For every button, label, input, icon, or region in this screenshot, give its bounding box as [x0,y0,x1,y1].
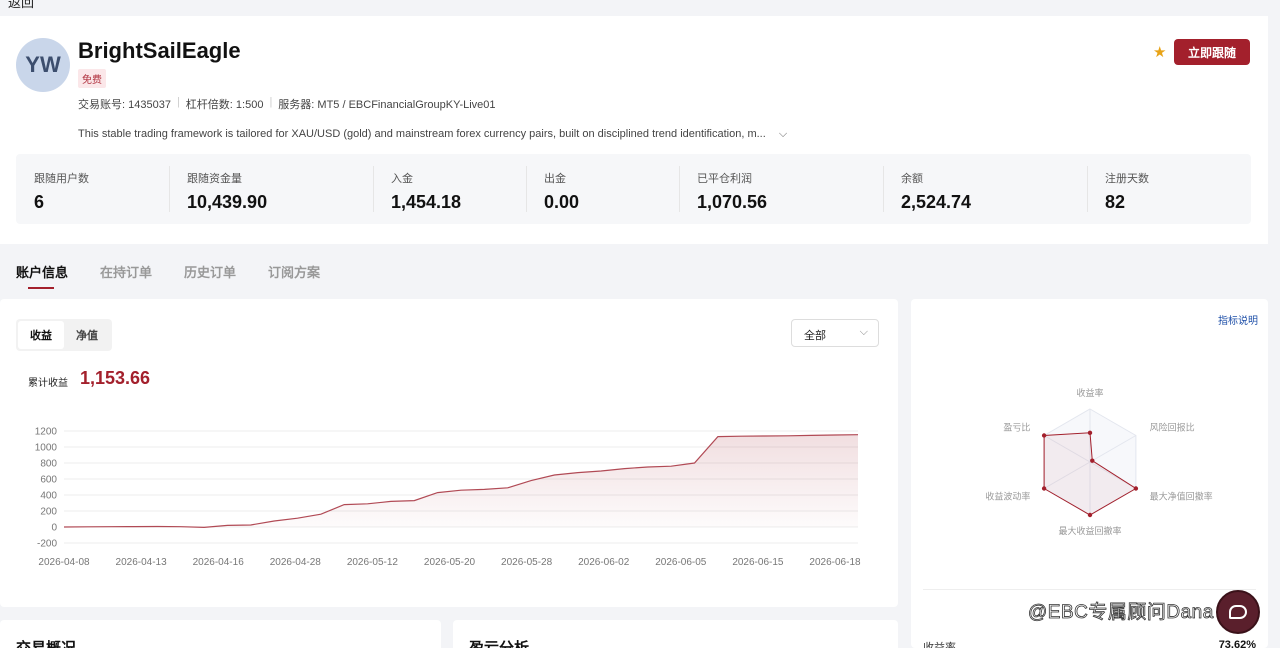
stat-label: 入金 [391,173,413,185]
y-tick-label: -200 [37,539,57,550]
stat-label: 跟随资金量 [187,173,242,185]
stat-value: 10,439.90 [187,192,268,212]
x-tick-label: 2026-04-28 [270,557,322,568]
radar-axis-label: 收益率 [1076,387,1103,398]
stat-withdrawal: 出金 0.00 [526,154,679,224]
chat-icon[interactable] [1216,590,1260,634]
y-tick-label: 1200 [35,427,58,438]
account-meta: 交易账号: 1435037 | 杠杆倍数: 1:500 | 服务器: MT5 /… [78,96,496,112]
rate-label: 收益率 [923,642,956,648]
toggle-profit[interactable]: 收益 [18,321,64,349]
stat-closed-profit: 已平仓利润 1,070.56 [679,154,883,224]
tab-subscription-plans[interactable]: 订阅方案 [268,262,320,289]
x-tick-label: 2026-05-12 [347,557,399,568]
profit-chart-card: 收益 净值 全部 ⌵ 累计收益 1,153.66 1200 1000 800 600 4… [0,299,898,607]
trade-overview-card: 交易概况 [0,620,441,648]
x-tick-label: 2026-04-13 [116,557,168,568]
tab-account-info[interactable]: 账户信息 [16,262,68,289]
x-tick-label: 2026-05-20 [424,557,476,568]
x-tick-label: 2026-04-08 [38,557,90,568]
radar-point [1087,430,1093,436]
stat-value: 6 [34,192,45,212]
radar-point [1041,433,1047,438]
trader-profile-card: YW BrightSailEagle 免费 交易账号: 1435037 | 杠杆… [0,16,1268,244]
range-select[interactable]: 全部 ⌵ [791,319,879,347]
indicator-radar-card: 指标说明 收益率 风险回报比 最大净值回撤率 最大收益回撤率 收益波动率 盈亏比 收益率 … [911,299,1268,648]
y-tick-label: 0 [51,523,57,534]
x-tick-label: 2026-06-18 [809,557,861,568]
y-tick-label: 1000 [35,443,58,454]
stat-value: 2,524.74 [901,192,972,212]
cumulative-profit-label: 累计收益 [28,378,68,389]
profit-line-chart: 1200 1000 800 600 400 200 0 -200 2026-04-08 2026-… [35,427,861,569]
follow-now-button[interactable]: 立即跟随 [1174,39,1250,65]
pnl-analysis-card: 盈亏分析 [453,620,898,648]
tab-history-orders[interactable]: 历史订单 [184,262,236,289]
x-tick-label: 2026-04-16 [193,557,245,568]
trader-name: BrightSailEagle [78,38,241,63]
divider: | [269,96,273,108]
star-icon[interactable]: ★ [1153,43,1166,61]
radar-axis-label: 最大收益回撤率 [1058,525,1121,536]
back-link[interactable]: 返回 [8,0,34,11]
card-title: 交易概况 [16,637,76,648]
stat-label: 注册天数 [1105,173,1149,185]
stat-value: 1,070.56 [697,192,768,212]
card-title: 盈亏分析 [469,637,529,648]
divider: | [176,96,180,108]
radar-point [1087,512,1093,518]
toggle-equity[interactable]: 净值 [64,321,110,349]
strategy-description[interactable]: This stable trading framework is tailore… [78,128,787,141]
radar-point [1041,486,1047,491]
free-badge: 免费 [78,69,106,88]
x-tick-label: 2026-06-02 [578,557,630,568]
y-tick-label: 600 [40,475,57,486]
range-select-value: 全部 [804,330,826,342]
radar-axis-label: 最大净值回撤率 [1150,490,1213,501]
chevron-down-icon: ⌵ [859,326,868,338]
x-tick-label: 2026-06-05 [655,557,707,568]
stat-label: 已平仓利润 [697,173,752,185]
server: 服务器: MT5 / EBCFinancialGroupKY-Live01 [278,99,496,111]
stat-label: 余额 [901,173,923,185]
radar-axis-label: 风险回报比 [1150,422,1195,433]
description-text: This stable trading framework is tailore… [78,128,766,140]
rate-value: 73.62% [1218,639,1256,648]
stat-label: 出金 [544,173,566,185]
stat-deposit: 入金 1,454.18 [373,154,526,224]
top-strip: 返回 [0,0,1280,16]
radar-point [1133,486,1139,491]
x-tick-label: 2026-05-28 [501,557,553,568]
y-tick-label: 200 [40,507,57,518]
indicator-radar-chart: 收益率风险回报比最大净值回撤率最大收益回撤率 收益波动率 盈亏比 [985,387,1213,536]
stat-value: 1,454.18 [391,192,462,212]
stats-bar: 跟随用户数 6 跟随资金量 10,439.90 入金 1,454.18 出金 0… [16,154,1251,224]
radar-axis-label: 收益波动率 [985,490,1030,501]
divider [923,589,1256,590]
radar-axis-label: 盈亏比 [1003,422,1030,433]
detail-tabs: 账户信息 在持订单 历史订单 订阅方案 [16,262,320,289]
y-tick-label: 400 [40,491,57,502]
stat-followers: 跟随用户数 6 [16,154,169,224]
account-number: 交易账号: 1435037 [78,99,171,111]
tab-open-orders[interactable]: 在持订单 [100,262,152,289]
avatar: YW [16,38,70,92]
stat-value: 82 [1105,192,1126,212]
cumulative-profit-value: 1,153.66 [80,368,151,388]
radar-point [1090,458,1095,463]
area-fill [64,434,858,528]
stat-follow-funds: 跟随资金量 10,439.90 [169,154,373,224]
x-tick-label: 2026-06-15 [732,557,784,568]
watermark: @EBC专属顾问Dana [1028,602,1214,624]
stat-registered-days: 注册天数 82 [1087,154,1251,224]
chart-mode-toggle: 收益 净值 [16,319,112,351]
stat-label: 跟随用户数 [34,173,89,185]
leverage: 杠杆倍数: 1:500 [185,99,264,111]
chevron-down-icon[interactable]: ⌵ [779,128,787,140]
stat-value: 0.00 [544,192,580,212]
stat-balance: 余额 2,524.74 [883,154,1087,224]
y-tick-label: 800 [40,459,57,470]
